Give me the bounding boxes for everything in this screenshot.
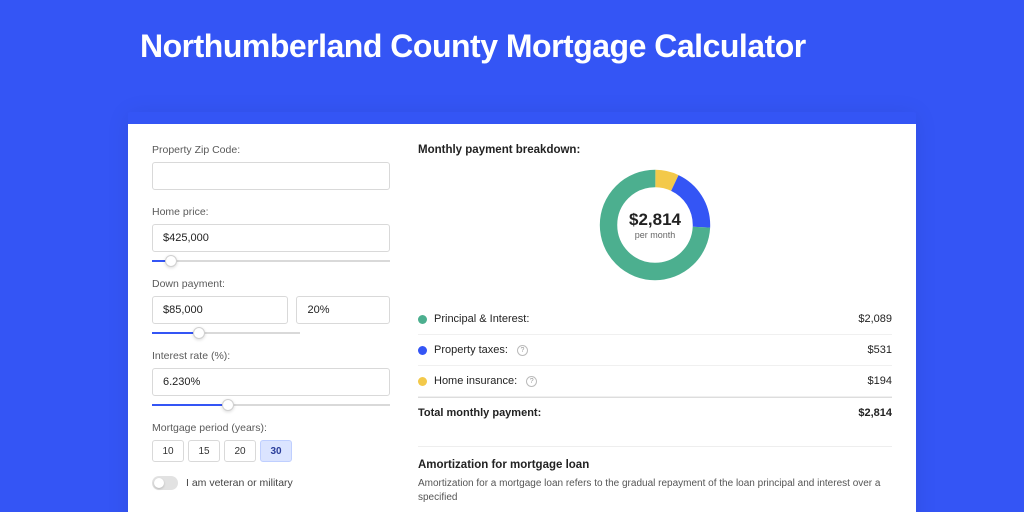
legend-row-insurance: Home insurance: ? $194 [418, 366, 892, 397]
zip-label: Property Zip Code: [152, 144, 390, 156]
period-option-10[interactable]: 10 [152, 440, 184, 462]
interest-rate-label: Interest rate (%): [152, 350, 390, 362]
legend-label-insurance: Home insurance: [434, 375, 517, 387]
period-option-15[interactable]: 15 [188, 440, 220, 462]
interest-rate-slider[interactable] [152, 404, 390, 406]
zip-field: Property Zip Code: [152, 144, 390, 190]
legend-amount-insurance: $194 [868, 375, 892, 387]
veteran-toggle[interactable] [152, 476, 178, 490]
down-payment-pct-input[interactable] [296, 296, 390, 324]
down-payment-field: Down payment: [152, 278, 390, 334]
down-payment-slider-fill [152, 332, 199, 334]
form-column: Property Zip Code: Home price: Down paym… [128, 124, 408, 512]
down-payment-slider[interactable] [152, 332, 300, 334]
zip-input[interactable] [152, 162, 390, 190]
breakdown-title: Monthly payment breakdown: [418, 144, 892, 156]
interest-rate-input[interactable] [152, 368, 390, 396]
page-background: Northumberland County Mortgage Calculato… [0, 0, 1024, 512]
veteran-row: I am veteran or military [152, 476, 390, 490]
legend-dot-taxes [418, 346, 427, 355]
interest-rate-slider-thumb[interactable] [222, 399, 234, 411]
legend-dot-principal [418, 315, 427, 324]
down-payment-amount-input[interactable] [152, 296, 288, 324]
home-price-slider-thumb[interactable] [165, 255, 177, 267]
amortization-title: Amortization for mortgage loan [418, 459, 892, 471]
donut-center: $2,814 per month [629, 210, 681, 240]
home-price-label: Home price: [152, 206, 390, 218]
legend-dot-insurance [418, 377, 427, 386]
period-option-20[interactable]: 20 [224, 440, 256, 462]
donut-center-sub: per month [629, 230, 681, 240]
legend-amount-taxes: $531 [868, 344, 892, 356]
down-payment-label: Down payment: [152, 278, 390, 290]
legend-label-principal: Principal & Interest: [434, 313, 529, 325]
home-price-slider[interactable] [152, 260, 390, 262]
legend-row-total: Total monthly payment: $2,814 [418, 397, 892, 428]
legend-label-taxes: Property taxes: [434, 344, 508, 356]
home-price-field: Home price: [152, 206, 390, 262]
donut-center-amount: $2,814 [629, 210, 681, 230]
help-icon[interactable]: ? [517, 345, 528, 356]
mortgage-period-label: Mortgage period (years): [152, 422, 390, 434]
mortgage-period-options: 10 15 20 30 [152, 440, 390, 462]
interest-rate-field: Interest rate (%): [152, 350, 390, 406]
legend-row-principal: Principal & Interest: $2,089 [418, 304, 892, 335]
veteran-label: I am veteran or military [186, 477, 293, 489]
legend-row-taxes: Property taxes: ? $531 [418, 335, 892, 366]
legend-amount-principal: $2,089 [858, 313, 892, 325]
help-icon[interactable]: ? [526, 376, 537, 387]
legend-amount-total: $2,814 [858, 407, 892, 419]
breakdown-column: Monthly payment breakdown: $2,814 per mo… [408, 124, 916, 512]
home-price-input[interactable] [152, 224, 390, 252]
calculator-card: Property Zip Code: Home price: Down paym… [128, 112, 916, 512]
interest-rate-slider-fill [152, 404, 228, 406]
legend-label-total: Total monthly payment: [418, 407, 541, 419]
page-title: Northumberland County Mortgage Calculato… [0, 0, 1024, 65]
down-payment-slider-thumb[interactable] [193, 327, 205, 339]
period-option-30[interactable]: 30 [260, 440, 292, 462]
amortization-text: Amortization for a mortgage loan refers … [418, 477, 892, 505]
amortization-section: Amortization for mortgage loan Amortizat… [418, 446, 892, 505]
mortgage-period-field: Mortgage period (years): 10 15 20 30 [152, 422, 390, 462]
donut-chart: $2,814 per month [418, 164, 892, 286]
